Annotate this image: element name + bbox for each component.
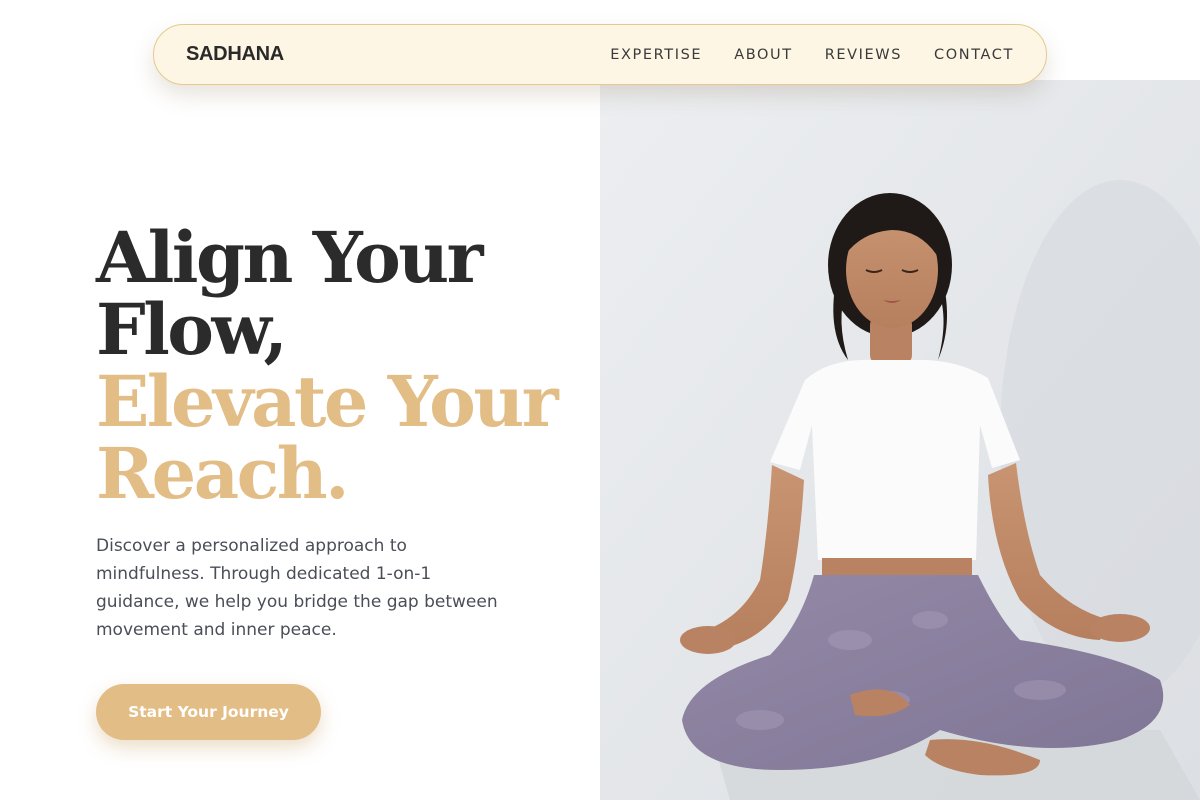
woman-meditating-photo bbox=[600, 80, 1200, 800]
headline-line-3: Elevate Your bbox=[96, 360, 559, 443]
hero-headline: Align Your Flow, Elevate Your Reach. bbox=[96, 222, 576, 510]
headline-line-4: Reach. bbox=[96, 432, 349, 515]
hero-photo bbox=[600, 80, 1200, 800]
nav-link-contact[interactable]: CONTACT bbox=[934, 47, 1014, 63]
start-journey-button[interactable]: Start Your Journey bbox=[96, 684, 321, 740]
brand-logo[interactable]: SADHANA bbox=[186, 43, 284, 66]
headline-line-2: Flow, bbox=[96, 288, 288, 371]
landing-page: SADHANA EXPERTISE ABOUT REVIEWS CONTACT … bbox=[0, 0, 1200, 800]
nav-links: EXPERTISE ABOUT REVIEWS CONTACT bbox=[610, 47, 1014, 63]
hero-description: Discover a personalized approach to mind… bbox=[96, 536, 498, 640]
nav-link-reviews[interactable]: REVIEWS bbox=[825, 47, 902, 63]
top-navbar: SADHANA EXPERTISE ABOUT REVIEWS CONTACT bbox=[153, 24, 1047, 85]
nav-link-expertise[interactable]: EXPERTISE bbox=[610, 47, 702, 63]
nav-link-about[interactable]: ABOUT bbox=[734, 47, 793, 63]
headline-line-1: Align Your bbox=[96, 216, 484, 299]
